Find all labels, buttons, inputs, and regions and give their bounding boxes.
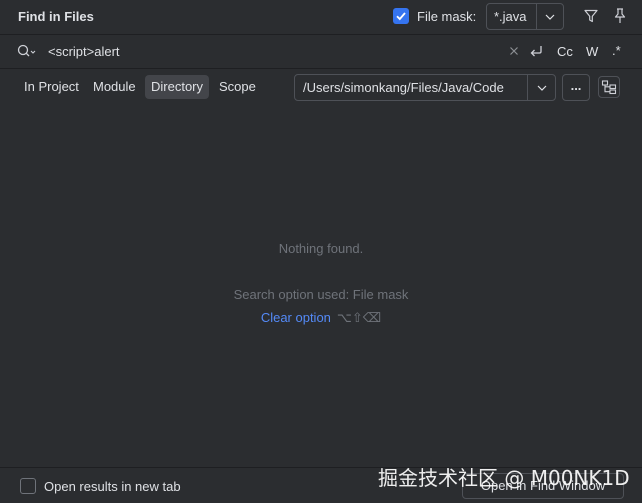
file-mask-dropdown[interactable] <box>537 4 563 29</box>
clear-icon[interactable] <box>507 44 521 58</box>
watermark: 掘金技术社区 @ M00NK1D <box>378 466 630 490</box>
regex-toggle[interactable]: .* <box>612 43 621 58</box>
new-line-icon[interactable] <box>528 43 544 59</box>
words-toggle[interactable]: W <box>586 44 598 59</box>
file-mask-combo[interactable]: *.java <box>486 3 564 30</box>
tab-directory[interactable]: Directory <box>145 75 210 99</box>
tab-module[interactable]: Module <box>87 75 142 99</box>
dialog-title: Find in Files <box>18 9 94 24</box>
folder-tree-icon <box>601 80 617 95</box>
results-panel: Nothing found. Search option used: File … <box>0 107 642 467</box>
search-option-note: Search option used: File mask <box>233 287 409 302</box>
scope-row: In Project Module Directory Scope /Users… <box>0 69 642 106</box>
check-icon <box>396 12 406 21</box>
filter-icon[interactable] <box>583 8 599 24</box>
empty-message: Nothing found. <box>278 241 364 256</box>
chevron-down-icon <box>537 85 546 91</box>
clear-option-shortcut: ⌥⇧⌫ <box>336 310 382 325</box>
new-tab-checkbox[interactable] <box>20 478 36 494</box>
search-input[interactable] <box>48 42 488 60</box>
directory-dropdown[interactable] <box>528 75 555 100</box>
tab-in-project[interactable]: In Project <box>18 75 85 99</box>
directory-combo[interactable]: /Users/simonkang/Files/Java/Code <box>294 74 556 101</box>
clear-option-link[interactable]: Clear option <box>261 310 331 325</box>
file-mask-value[interactable]: *.java <box>487 4 537 29</box>
file-mask-label: File mask: <box>417 9 477 24</box>
file-mask-checkbox[interactable] <box>393 8 409 24</box>
recursive-search-toggle[interactable] <box>598 76 620 98</box>
browse-button[interactable]: ... <box>562 74 590 101</box>
directory-path[interactable]: /Users/simonkang/Files/Java/Code <box>295 75 528 100</box>
search-row: Cc W .* <box>0 35 642 68</box>
clear-option-row: Clear option ⌥⇧⌫ <box>0 310 642 326</box>
match-case-toggle[interactable]: Cc <box>557 44 573 59</box>
pin-icon[interactable] <box>612 7 628 25</box>
search-history-icon[interactable] <box>16 43 36 59</box>
chevron-down-icon <box>545 14 555 20</box>
new-tab-label[interactable]: Open results in new tab <box>44 479 181 494</box>
dialog-header: Find in Files File mask: *.java <box>0 0 642 34</box>
tab-scope[interactable]: Scope <box>213 75 262 99</box>
